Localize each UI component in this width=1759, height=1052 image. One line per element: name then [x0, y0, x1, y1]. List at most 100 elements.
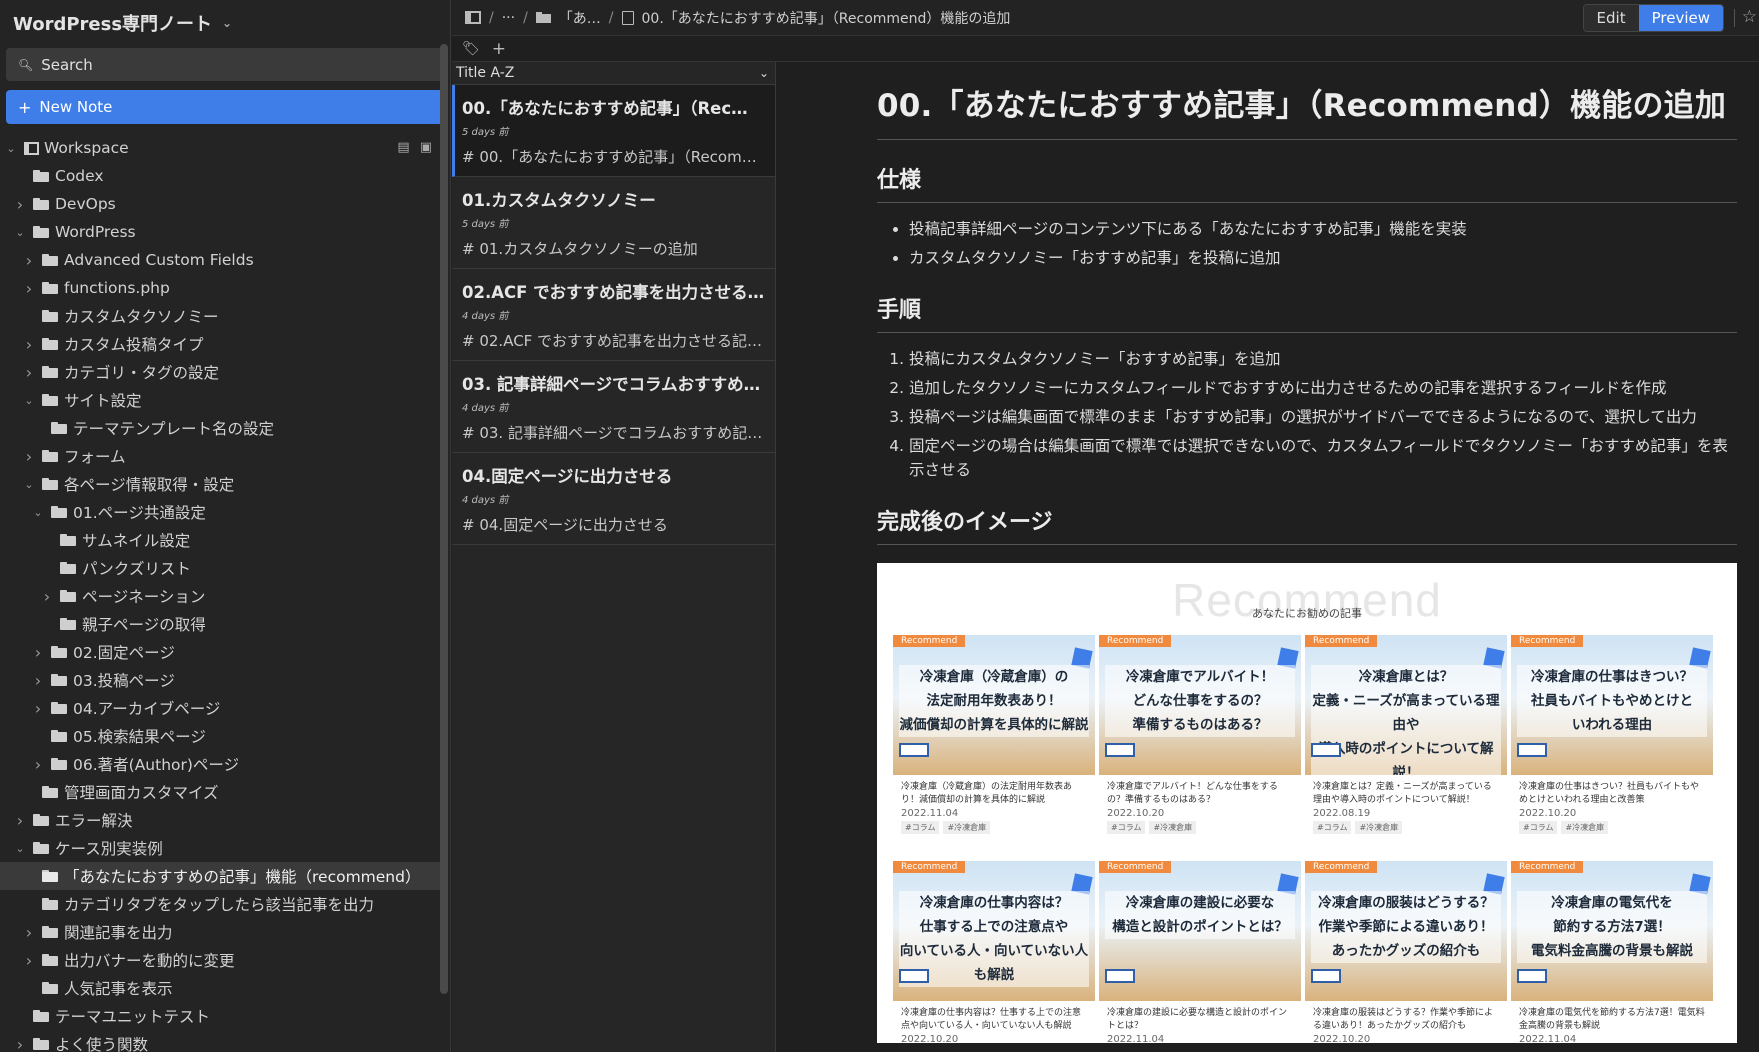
- tree-item[interactable]: › 関連記事を出力: [0, 918, 440, 946]
- tree-item[interactable]: › 03.投稿ページ: [0, 666, 440, 694]
- tree-item[interactable]: › 出力バナーを動的に変更: [0, 946, 440, 974]
- tree-item[interactable]: パンクズリスト: [0, 554, 440, 582]
- tree-item[interactable]: ⌄ 01.ページ共通設定: [0, 498, 440, 526]
- tree-item-label: フォーム: [64, 448, 126, 466]
- tree-item[interactable]: › エラー解決: [0, 806, 440, 834]
- note-cards: 00.「あなたにおすすめ記事」（Rec… 5 days 前 # 00.「あなたにおす…: [452, 85, 775, 545]
- tree-item[interactable]: ⌄ サイト設定: [0, 386, 440, 414]
- tree-item[interactable]: › 06.著者(Author)ページ: [0, 750, 440, 778]
- recommend-card-grid: Recommend 冷凍倉庫（冷蔵倉庫）の 法定耐用年数表あり！ 減価償却の計算を具体…: [893, 635, 1723, 1043]
- chevron-right-icon[interactable]: ›: [22, 363, 36, 382]
- tree-item[interactable]: サムネイル設定: [0, 526, 440, 554]
- note-card-title: 00.「あなたにおすすめ記事」（Rec…: [462, 99, 748, 118]
- tree-item[interactable]: ⌄ ケース別実装例: [0, 834, 440, 862]
- folder-icon: [42, 282, 58, 294]
- recommend-badge: Recommend: [893, 861, 966, 873]
- tree-item[interactable]: 「あなたにおすすめの記事」機能（recommend）: [0, 862, 440, 890]
- chevron-down-icon[interactable]: ⌄: [22, 394, 36, 407]
- new-note-icon[interactable]: ▤: [397, 140, 409, 155]
- chevron-right-icon[interactable]: ›: [31, 671, 45, 690]
- tree-item[interactable]: カテゴリタブをタップしたら該当記事を出力: [0, 890, 440, 918]
- note-card-date: 5 days 前: [462, 127, 509, 138]
- chevron-right-icon[interactable]: ›: [22, 335, 36, 354]
- tree-item[interactable]: › 04.アーカイブページ: [0, 694, 440, 722]
- tree-item[interactable]: 05.検索結果ページ: [0, 722, 440, 750]
- tree-item[interactable]: › functions.php: [0, 274, 440, 302]
- tree-item[interactable]: ⌄ Workspace ▤ ▣: [0, 134, 440, 162]
- recommend-card-headline-line: 冷凍倉庫（冷蔵倉庫）の: [919, 669, 1069, 685]
- tree-item-label: DevOps: [55, 195, 116, 213]
- chevron-down-icon[interactable]: ⌄: [13, 226, 27, 239]
- note-card[interactable]: 02.ACF でおすすめ記事を出力させる… 4 days 前 # 02.ACF でお…: [452, 269, 775, 361]
- tree-item[interactable]: 人気記事を表示: [0, 974, 440, 1002]
- note-card[interactable]: 03. 記事詳細ページでコラムおすすめ… 4 days 前 # 03. 記事詳細ペー…: [452, 361, 775, 453]
- note-card[interactable]: 01.カスタムタクソノミー 5 days 前 # 01.カスタムタクソノミーの追加: [452, 177, 775, 269]
- new-folder-icon[interactable]: ▣: [420, 140, 432, 155]
- chevron-right-icon[interactable]: ›: [13, 195, 27, 214]
- tree-item-label: カテゴリタブをタップしたら該当記事を出力: [64, 896, 375, 914]
- tree-item[interactable]: ⌄ 各ページ情報取得・設定: [0, 470, 440, 498]
- chevron-right-icon[interactable]: ›: [22, 951, 36, 970]
- tree-item[interactable]: Codex: [0, 162, 440, 190]
- recommend-card-headline-line: 定義・ニーズが高まっている理由や: [1312, 693, 1500, 733]
- tree-item[interactable]: › フォーム: [0, 442, 440, 470]
- chevron-down-icon[interactable]: ⌄: [4, 142, 18, 155]
- chevron-down-icon[interactable]: ⌄: [22, 478, 36, 491]
- sidebar-toggle-icon[interactable]: [465, 11, 481, 24]
- note-card[interactable]: 04.固定ページに出力させる 4 days 前 # 04.固定ページに出力させる: [452, 453, 775, 545]
- tree-item[interactable]: › よく使う関数: [0, 1030, 440, 1052]
- edit-mode-button[interactable]: Edit: [1583, 5, 1639, 31]
- star-icon[interactable]: ☆: [1742, 7, 1757, 27]
- folder-icon: [42, 982, 58, 994]
- sidebar-scrollbar[interactable]: [440, 44, 448, 994]
- tree-item[interactable]: 親子ページの取得: [0, 610, 440, 638]
- note-preview: 00.「あなたにおすすめ記事」（Recommend）機能の追加 仕様 投稿記事詳…: [777, 62, 1759, 1052]
- tag-icon[interactable]: 🏷︎: [462, 41, 480, 57]
- note-card-title: 03. 記事詳細ページでコラムおすすめ…: [462, 375, 761, 394]
- recommend-card-thumbnail: Recommend 冷凍倉庫の服装はどうする？ 作業や季節による違いあり！ あったかグ…: [1305, 861, 1507, 1001]
- tree-item[interactable]: › カスタム投稿タイプ: [0, 330, 440, 358]
- tree-item[interactable]: 管理画面カスタマイズ: [0, 778, 440, 806]
- note-card-excerpt: # 03. 記事詳細ページでコラムおすすめ記…: [462, 424, 763, 442]
- recommend-card-headline-line: 冷凍倉庫とは？: [1358, 669, 1454, 685]
- truck-icon: [1105, 969, 1135, 983]
- chevron-right-icon[interactable]: ›: [13, 811, 27, 830]
- chevron-right-icon[interactable]: ›: [13, 1035, 27, 1052]
- tree-item[interactable]: ⌄ WordPress: [0, 218, 440, 246]
- tree-item[interactable]: カスタムタクソノミー: [0, 302, 440, 330]
- chevron-right-icon[interactable]: ›: [40, 587, 54, 606]
- note-card[interactable]: 00.「あなたにおすすめ記事」（Rec… 5 days 前 # 00.「あなたにおす…: [452, 85, 775, 177]
- chevron-right-icon[interactable]: ›: [31, 643, 45, 662]
- chevron-right-icon[interactable]: ›: [22, 923, 36, 942]
- tree-item-label: 各ページ情報取得・設定: [64, 476, 235, 494]
- recommend-card-headline-line: 節約する方法7選！: [1553, 919, 1671, 935]
- tree-item[interactable]: › Advanced Custom Fields: [0, 246, 440, 274]
- breadcrumb-folder[interactable]: 「あ…: [559, 8, 601, 28]
- chevron-right-icon[interactable]: ›: [22, 447, 36, 466]
- sort-select[interactable]: Title A-Z ⌄: [452, 62, 775, 85]
- tree-item[interactable]: › ページネーション: [0, 582, 440, 610]
- chevron-right-icon[interactable]: ›: [22, 251, 36, 270]
- chevron-down-icon[interactable]: ⌄: [13, 842, 27, 855]
- workspace-switcher[interactable]: WordPress専門ノート ⌄: [13, 10, 232, 36]
- tree-item[interactable]: › カテゴリ・タグの設定: [0, 358, 440, 386]
- tree-item-label: 03.投稿ページ: [73, 672, 175, 690]
- chevron-right-icon[interactable]: ›: [31, 699, 45, 718]
- tree-item[interactable]: テーマユニットテスト: [0, 1002, 440, 1030]
- recommend-card-date: 2022.10.20: [1107, 808, 1165, 819]
- tree-item[interactable]: › DevOps: [0, 190, 440, 218]
- tree-item[interactable]: テーマテンプレート名の設定: [0, 414, 440, 442]
- chevron-right-icon[interactable]: ›: [22, 279, 36, 298]
- chevron-right-icon[interactable]: ›: [31, 755, 45, 774]
- search-input[interactable]: 🔍︎ Search: [6, 48, 443, 81]
- tree-item[interactable]: › 02.固定ページ: [0, 638, 440, 666]
- preview-mode-button[interactable]: Preview: [1638, 5, 1723, 31]
- breadcrumb-ellipsis[interactable]: ···: [502, 10, 515, 26]
- tree-item-label: 04.アーカイブページ: [73, 700, 221, 718]
- add-tag-icon[interactable]: +: [492, 39, 506, 59]
- chevron-down-icon[interactable]: ⌄: [31, 506, 45, 519]
- recommend-card-headline-line: 冷凍倉庫の仕事はきつい？: [1531, 669, 1693, 685]
- spec-heading: 仕様: [877, 162, 1737, 203]
- tree-item-label: カテゴリ・タグの設定: [64, 364, 220, 382]
- new-note-button[interactable]: + New Note: [6, 90, 443, 124]
